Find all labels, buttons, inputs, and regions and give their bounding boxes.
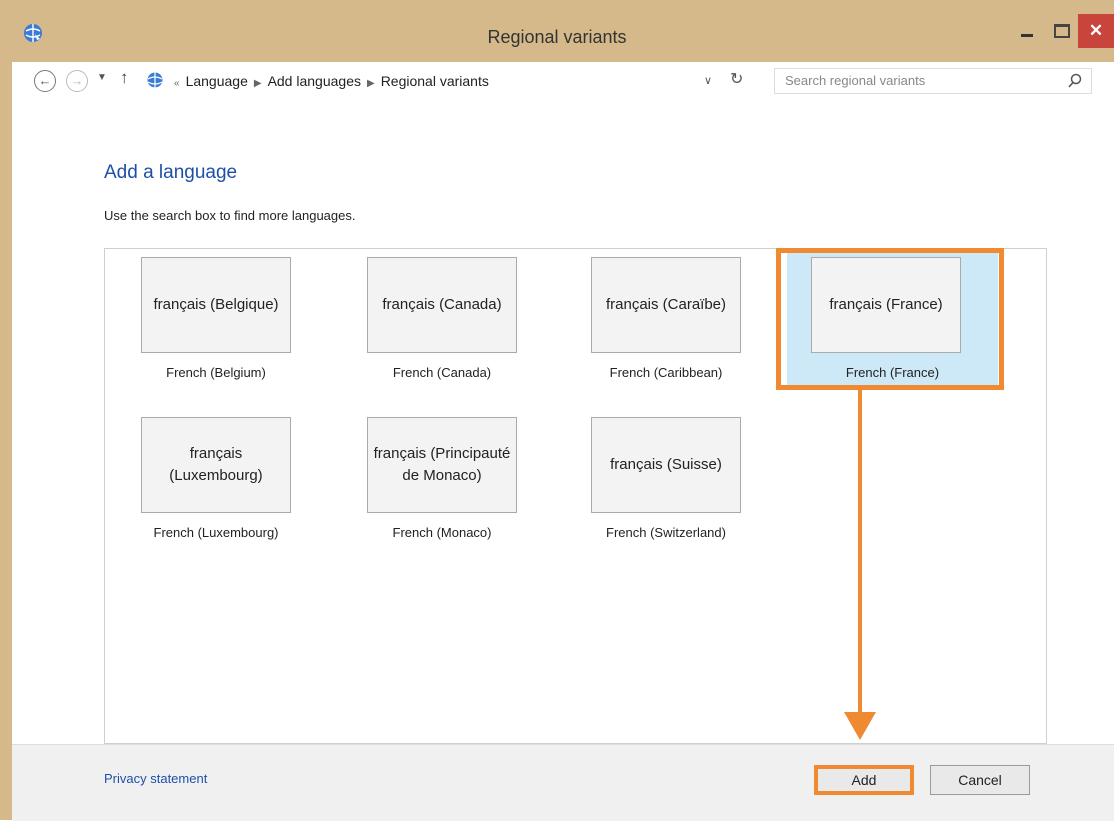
address-row: ← → ▼ ↑ « Language ▶ Add languages ▶ Regional…: [12, 62, 1114, 100]
up-button[interactable]: ↑: [120, 68, 129, 88]
language-tile-caribbean[interactable]: français (Caraïbe) French (Caribbean): [569, 251, 769, 401]
language-tile-canada[interactable]: français (Canada) French (Canada): [345, 251, 545, 401]
tile-native-name: français (Belgique): [141, 257, 291, 353]
language-tile-monaco[interactable]: français (Principauté de Monaco) French …: [345, 411, 545, 561]
recent-locations-dropdown[interactable]: ▼: [97, 72, 107, 83]
tile-native-name: français (Principauté de Monaco): [367, 417, 517, 513]
search-box[interactable]: Search regional variants: [774, 68, 1092, 94]
breadcrumb-separator[interactable]: ▶: [254, 78, 262, 89]
breadcrumb-add-languages[interactable]: Add languages: [268, 73, 361, 89]
privacy-statement-link[interactable]: Privacy statement: [104, 771, 207, 786]
cancel-button[interactable]: Cancel: [930, 765, 1030, 795]
breadcrumb-language[interactable]: Language: [186, 73, 248, 89]
breadcrumb-regional-variants[interactable]: Regional variants: [381, 73, 489, 89]
search-input[interactable]: Search regional variants: [785, 69, 925, 93]
address-dropdown[interactable]: ∨: [704, 74, 712, 87]
tile-native-name: français (Luxembourg): [141, 417, 291, 513]
title-bar: Regional variants ✕: [0, 0, 1114, 62]
globe-icon: [147, 72, 163, 88]
tile-english-name: French (Belgium): [166, 365, 266, 380]
tile-native-name: français (Caraïbe): [591, 257, 741, 353]
search-hint: Use the search box to find more language…: [104, 208, 356, 223]
tile-english-name: French (Monaco): [392, 525, 492, 540]
window-title: Regional variants: [487, 27, 627, 47]
selection-highlight-annotation: [776, 248, 1004, 390]
footer-bar: Privacy statement Add Cancel: [12, 744, 1114, 821]
tile-native-name: français (Suisse): [591, 417, 741, 513]
forward-button[interactable]: →: [66, 70, 88, 92]
back-button[interactable]: ←: [34, 70, 56, 92]
refresh-icon[interactable]: ↻: [730, 69, 743, 89]
window: Regional variants ✕ ← → ▼ ↑ « Language ▶ Ad…: [0, 0, 1114, 821]
tile-english-name: French (Switzerland): [606, 525, 726, 540]
annotation-arrow-line: [858, 390, 862, 718]
close-button[interactable]: ✕: [1078, 14, 1114, 48]
language-tile-luxembourg[interactable]: français (Luxembourg) French (Luxembourg…: [119, 411, 319, 561]
maximize-button[interactable]: [1046, 14, 1076, 48]
tile-english-name: French (Canada): [392, 365, 492, 380]
breadcrumb[interactable]: « Language ▶ Add languages ▶ Regional variant…: [146, 68, 676, 94]
page-title: Add a language: [104, 162, 238, 183]
minimize-button[interactable]: [1010, 14, 1044, 48]
tile-english-name: French (Luxembourg): [153, 525, 279, 540]
client-area: ← → ▼ ↑ « Language ▶ Add languages ▶ Regional…: [12, 62, 1114, 821]
breadcrumb-separator[interactable]: ▶: [367, 78, 375, 89]
add-button[interactable]: Add: [814, 765, 914, 795]
annotation-arrow-head-icon: [844, 712, 876, 740]
search-icon[interactable]: [1067, 73, 1083, 89]
tile-native-name: français (Canada): [367, 257, 517, 353]
tile-english-name: French (Caribbean): [609, 365, 723, 380]
language-tile-belgium[interactable]: français (Belgique) French (Belgium): [119, 251, 319, 401]
language-tile-switzerland[interactable]: français (Suisse) French (Switzerland): [569, 411, 769, 561]
breadcrumb-overflow[interactable]: «: [174, 78, 180, 89]
